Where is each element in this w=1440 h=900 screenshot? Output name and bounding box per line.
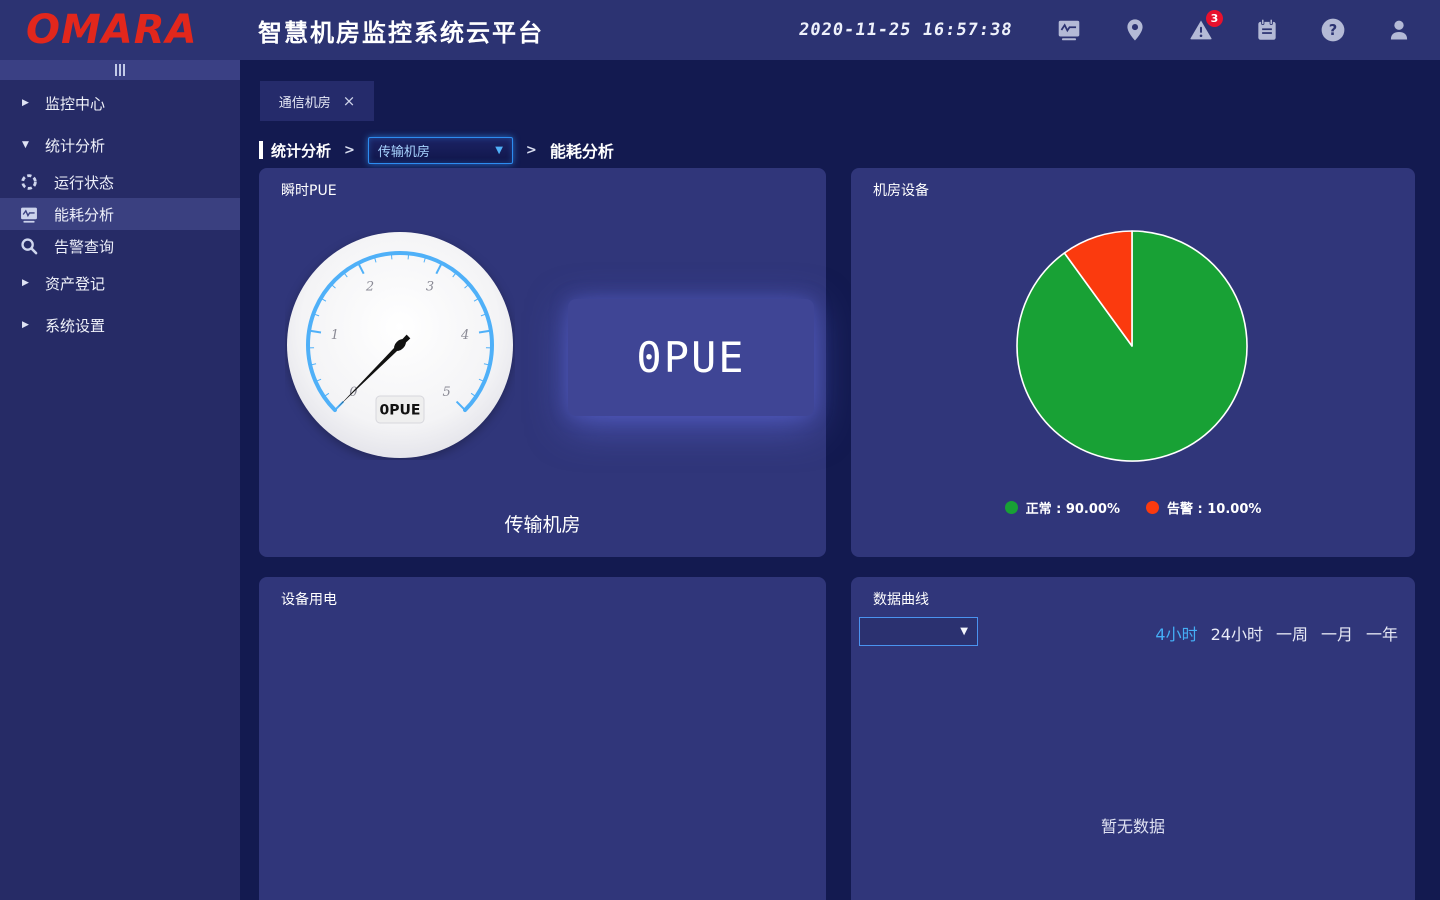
sidebar-item-monitor-center[interactable]: ▶ 监控中心 [0, 82, 240, 124]
svg-text:3: 3 [426, 280, 434, 295]
range-link-week[interactable]: 一周 [1276, 621, 1308, 645]
chevron-down-icon: ▼ [495, 145, 503, 156]
main-content: 通信机房 × 统计分析 > 传输机房 ▼ > 能耗分析 瞬时PUE 0 [240, 60, 1440, 900]
time-range-links: 4小时 24小时 一周 一月 一年 [1155, 621, 1398, 645]
svg-text:2: 2 [365, 280, 374, 295]
sidebar-item-system-settings[interactable]: ▶ 系统设置 [0, 304, 240, 346]
panel-title: 数据曲线 [873, 589, 929, 609]
datetime-display: 2020-11-25 16:57:38 [797, 20, 1013, 40]
legend-dot-green [1005, 501, 1018, 514]
sidebar-item-label: 资产登记 [45, 273, 105, 294]
panel-title: 机房设备 [873, 180, 929, 200]
brand-logo: OMARA [0, 0, 240, 60]
no-data-text: 暂无数据 [851, 813, 1415, 837]
svg-text:1: 1 [331, 328, 339, 343]
sidebar-item-running-status[interactable]: 运行状态 [0, 166, 240, 198]
status-ring-icon [20, 173, 38, 191]
caret-right-icon: ▶ [22, 320, 32, 330]
pue-room-label: 传输机房 [259, 510, 826, 537]
panel-title: 设备用电 [281, 589, 337, 609]
range-link-year[interactable]: 一年 [1366, 621, 1398, 645]
breadcrumb-page: 能耗分析 [550, 138, 614, 162]
location-pin-icon[interactable] [1122, 17, 1148, 43]
range-link-4h[interactable]: 4小时 [1155, 621, 1197, 645]
caret-down-icon: ▼ [22, 140, 32, 150]
svg-text:?: ? [1329, 22, 1337, 39]
alert-warning-icon[interactable]: 3 [1188, 17, 1214, 43]
range-link-24h[interactable]: 24小时 [1211, 621, 1263, 645]
sidebar-item-energy-analysis[interactable]: 能耗分析 [0, 198, 240, 230]
legend-item-alarm[interactable]: 告警 : 10.00% [1146, 498, 1261, 517]
page-title: 智慧机房监控系统云平台 [258, 13, 544, 48]
breadcrumb-separator: > [344, 143, 355, 158]
sidebar-item-label: 运行状态 [54, 172, 114, 193]
room-select[interactable]: 传输机房 ▼ [368, 137, 513, 164]
pue-gauge: 0 1 2 3 4 5 0PUE [285, 230, 515, 460]
sidebar-item-alarm-query[interactable]: 告警查询 [0, 230, 240, 262]
header: OMARA 智慧机房监控系统云平台 2020-11-25 16:57:38 3 [0, 0, 1440, 60]
breadcrumb-separator: > [526, 143, 537, 158]
legend-item-normal[interactable]: 正常 : 90.00% [1005, 498, 1120, 517]
tab-label: 通信机房 [279, 92, 331, 111]
panel-data-curve: 数据曲线 ▼ 4小时 24小时 一周 一月 一年 暂无数据 [851, 577, 1415, 900]
header-toolbar: 2020-11-25 16:57:38 3 ? [799, 17, 1440, 43]
svg-text:4: 4 [460, 328, 469, 343]
curve-metric-select[interactable]: ▼ [859, 617, 978, 646]
breadcrumb: 统计分析 > 传输机房 ▼ > 能耗分析 [259, 136, 614, 164]
sidebar-item-label: 能耗分析 [54, 204, 114, 225]
help-icon[interactable]: ? [1320, 17, 1346, 43]
close-icon[interactable]: × [343, 94, 356, 109]
sidebar-item-label: 监控中心 [45, 93, 105, 114]
legend-label: 告警 : 10.00% [1167, 498, 1261, 517]
sidebar-item-label: 告警查询 [54, 236, 114, 257]
device-pie [1017, 231, 1247, 461]
sidebar-item-label: 统计分析 [45, 135, 105, 156]
alert-count-badge: 3 [1206, 10, 1223, 27]
panel-device-power: 设备用电 [259, 577, 826, 900]
breadcrumb-section: 统计分析 [271, 140, 331, 161]
legend-label: 正常 : 90.00% [1026, 498, 1120, 517]
panel-title: 瞬时PUE [281, 180, 337, 200]
monitor-pulse-icon[interactable] [1056, 17, 1082, 43]
user-icon[interactable] [1386, 17, 1412, 43]
legend-dot-red [1146, 501, 1159, 514]
pue-value-card: 0PUE [568, 299, 814, 416]
sidebar-item-asset-register[interactable]: ▶ 资产登记 [0, 262, 240, 304]
clipboard-icon[interactable] [1254, 17, 1280, 43]
svg-text:5: 5 [443, 385, 451, 400]
sidebar-item-stats-analysis[interactable]: ▼ 统计分析 [0, 124, 240, 166]
sidebar: ▶ 监控中心 ▼ 统计分析 运行状态 能耗分析 [0, 60, 240, 900]
sidebar-menu: ▶ 监控中心 ▼ 统计分析 运行状态 能耗分析 [0, 80, 240, 346]
caret-right-icon: ▶ [22, 278, 32, 288]
breadcrumb-accent-bar [259, 141, 263, 159]
tab-communication-room[interactable]: 通信机房 × [260, 81, 374, 121]
pue-value: 0PUE [636, 333, 745, 382]
pie-legend: 正常 : 90.00% 告警 : 10.00% [851, 498, 1415, 517]
search-icon [20, 237, 38, 255]
gauge-detail-text: 0PUE [380, 403, 421, 419]
panel-room-devices: 机房设备 正常 : 90.00% 告警 : 10.00% [851, 168, 1415, 557]
sidebar-collapse-handle[interactable] [0, 60, 240, 80]
range-link-month[interactable]: 一月 [1321, 621, 1353, 645]
energy-chart-icon [20, 205, 38, 223]
panel-instant-pue: 瞬时PUE 0 1 2 3 4 5 0PUE 0PUE 传输机房 [259, 168, 826, 557]
chevron-down-icon: ▼ [960, 626, 968, 637]
svg-text:0: 0 [349, 385, 357, 400]
room-select-value: 传输机房 [378, 141, 495, 160]
caret-right-icon: ▶ [22, 98, 32, 108]
sidebar-item-label: 系统设置 [45, 315, 105, 336]
